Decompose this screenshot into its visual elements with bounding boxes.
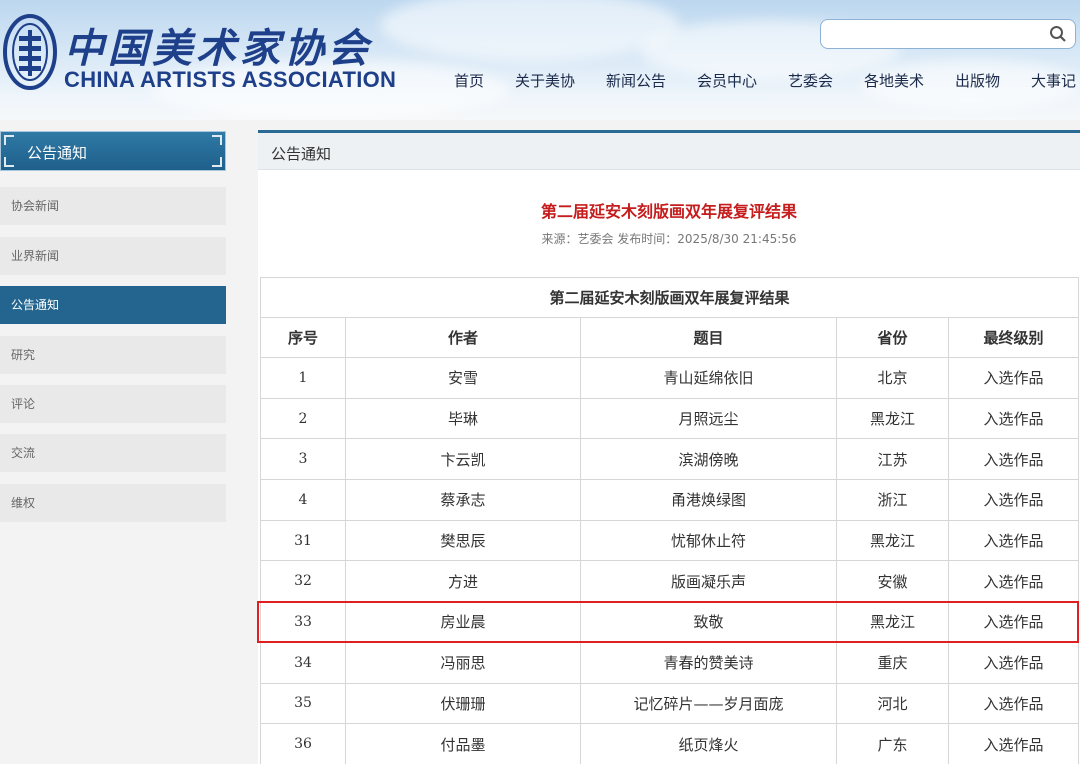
nav-chronicle[interactable]: 大事记 (1031, 70, 1076, 91)
search-icon[interactable] (1049, 25, 1067, 43)
cell-index: 36 (260, 723, 346, 764)
article-title: 第二届延安木刻版画双年展复评结果 (540, 202, 797, 221)
site-name-en[interactable]: CHINA ARTISTS ASSOCIATION (64, 67, 396, 93)
logo-emblem-icon[interactable] (2, 12, 58, 92)
sidebar-item-exchange[interactable]: 交流 (0, 434, 226, 472)
site-name-cn[interactable]: 中国美术家协会 (64, 16, 372, 74)
table-row: 1 安雪 青山延绵依旧 北京 入选作品 (260, 357, 1079, 399)
header-level: 最终级别 (948, 317, 1079, 358)
sidebar-item-industry-news[interactable]: 业界新闻 (0, 237, 226, 275)
cell-author: 樊思辰 (345, 519, 581, 562)
cell-title: 青春的赞美诗 (580, 641, 837, 684)
table-row: 35 伏珊珊 记忆碎片——岁月面庞 河北 入选作品 (260, 682, 1079, 725)
sidebar-title: 公告通知 (27, 144, 88, 162)
nav-art-committee[interactable]: 艺委会 (788, 70, 833, 91)
table-row: 36 付品墨 纸页烽火 广东 入选作品 (260, 723, 1079, 764)
cell-level: 入选作品 (948, 397, 1079, 440)
cell-province: 浙江 (836, 479, 949, 521)
cell-title: 版画凝乐声 (580, 560, 837, 603)
table-caption: 第二届延安木刻版画双年展复评结果 (260, 277, 1079, 318)
cell-province: 重庆 (836, 641, 949, 684)
nav-publications[interactable]: 出版物 (955, 70, 1000, 91)
header-province: 省份 (836, 317, 949, 358)
nav-members[interactable]: 会员中心 (697, 70, 757, 91)
cell-index: 1 (260, 357, 346, 399)
cell-province: 安徽 (836, 560, 949, 603)
cell-level: 入选作品 (948, 357, 1079, 399)
cell-index: 2 (260, 397, 346, 440)
cell-level: 入选作品 (948, 601, 1079, 643)
table-row: 4 蔡承志 甬港焕绿图 浙江 入选作品 (260, 479, 1079, 521)
sidebar-item-association-news[interactable]: 协会新闻 (0, 187, 226, 225)
cell-author: 冯丽思 (345, 641, 581, 684)
search-input[interactable] (820, 19, 1076, 49)
cell-province: 黑龙江 (836, 601, 949, 643)
table-row: 34 冯丽思 青春的赞美诗 重庆 入选作品 (260, 641, 1079, 684)
cell-level: 入选作品 (948, 438, 1079, 481)
cell-index: 35 (260, 682, 346, 725)
cell-title: 滨湖傍晚 (580, 438, 837, 481)
cell-level: 入选作品 (948, 560, 1079, 603)
cell-author: 伏珊珊 (345, 682, 581, 725)
cell-title: 记忆碎片——岁月面庞 (580, 682, 837, 725)
sidebar-item-research[interactable]: 研究 (0, 336, 226, 374)
table-row-highlighted: 33 房业晨 致敬 黑龙江 入选作品 (260, 601, 1079, 643)
header-index: 序号 (260, 317, 346, 358)
main-nav: 首页 关于美协 新闻公告 会员中心 艺委会 各地美术 出版物 大事记 (440, 70, 1080, 94)
site-header: 中国美术家协会 CHINA ARTISTS ASSOCIATION 首页 关于美… (0, 0, 1080, 120)
cell-province: 黑龙江 (836, 397, 949, 440)
cell-index: 3 (260, 438, 346, 481)
header-title: 题目 (580, 317, 837, 358)
cell-author: 房业晨 (345, 601, 581, 643)
sidebar-item-announcements[interactable]: 公告通知 (0, 286, 226, 324)
section-title: 公告通知 (271, 145, 332, 163)
cell-author: 卞云凯 (345, 438, 581, 481)
results-table: 第二届延安木刻版画双年展复评结果 序号 作者 题目 省份 最终级别 1 安雪 青山延… (260, 277, 1079, 764)
sidebar-item-rights[interactable]: 维权 (0, 484, 226, 522)
cell-title: 青山延绵依旧 (580, 357, 837, 399)
cell-author: 蔡承志 (345, 479, 581, 521)
cell-author: 付品墨 (345, 723, 581, 764)
nav-about[interactable]: 关于美协 (515, 70, 575, 91)
nav-news[interactable]: 新闻公告 (606, 70, 666, 91)
nav-home[interactable]: 首页 (454, 70, 484, 91)
nav-regional-art[interactable]: 各地美术 (864, 70, 924, 91)
cell-title: 纸页烽火 (580, 723, 837, 764)
cell-index: 31 (260, 519, 346, 562)
section-header: 公告通知 (258, 130, 1080, 170)
cell-level: 入选作品 (948, 479, 1079, 521)
cell-province: 江苏 (836, 438, 949, 481)
cell-level: 入选作品 (948, 682, 1079, 725)
header-author: 作者 (345, 317, 581, 358)
cell-level: 入选作品 (948, 723, 1079, 764)
cell-province: 河北 (836, 682, 949, 725)
cell-title: 致敬 (580, 601, 837, 643)
table-row: 3 卞云凯 滨湖傍晚 江苏 入选作品 (260, 438, 1079, 481)
cell-author: 安雪 (345, 357, 581, 399)
article-meta: 来源：艺委会 发布时间：2025/8/30 21:45:56 (541, 232, 797, 246)
cell-level: 入选作品 (948, 519, 1079, 562)
cell-index: 4 (260, 479, 346, 521)
cell-province: 广东 (836, 723, 949, 764)
cell-index: 33 (260, 601, 346, 643)
cell-author: 方进 (345, 560, 581, 603)
sidebar-header: 公告通知 (0, 131, 226, 171)
cell-title: 月照远尘 (580, 397, 837, 440)
table-row: 32 方进 版画凝乐声 安徽 入选作品 (260, 560, 1079, 603)
cell-index: 34 (260, 641, 346, 684)
cell-title: 忧郁休止符 (580, 519, 837, 562)
cell-province: 黑龙江 (836, 519, 949, 562)
cell-index: 32 (260, 560, 346, 603)
table-row: 31 樊思辰 忧郁休止符 黑龙江 入选作品 (260, 519, 1079, 562)
cell-level: 入选作品 (948, 641, 1079, 684)
sidebar-item-review[interactable]: 评论 (0, 385, 226, 423)
table-row: 2 毕琳 月照远尘 黑龙江 入选作品 (260, 397, 1079, 440)
cell-province: 北京 (836, 357, 949, 399)
cell-title: 甬港焕绿图 (580, 479, 837, 521)
cell-author: 毕琳 (345, 397, 581, 440)
